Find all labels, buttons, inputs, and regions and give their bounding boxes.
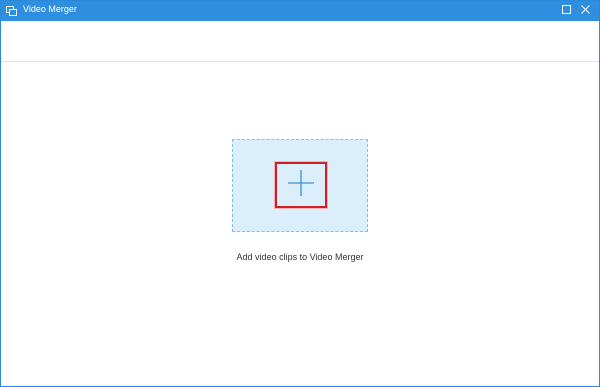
maximize-icon — [561, 1, 571, 19]
add-clips-button[interactable] — [275, 162, 327, 208]
header-band — [1, 21, 599, 62]
close-icon — [580, 1, 590, 19]
add-clips-caption: Add video clips to Video Merger — [236, 252, 364, 262]
window-title: Video Merger — [23, 4, 77, 14]
title-bar[interactable]: Video Merger — [1, 1, 599, 18]
close-button[interactable] — [575, 1, 595, 18]
plus-icon — [286, 168, 316, 203]
window-copy-icon — [6, 4, 17, 16]
video-merger-window: Video Merger Add video clips to Video Me… — [0, 0, 600, 387]
maximize-button[interactable] — [556, 1, 576, 18]
drop-zone[interactable] — [232, 139, 368, 232]
